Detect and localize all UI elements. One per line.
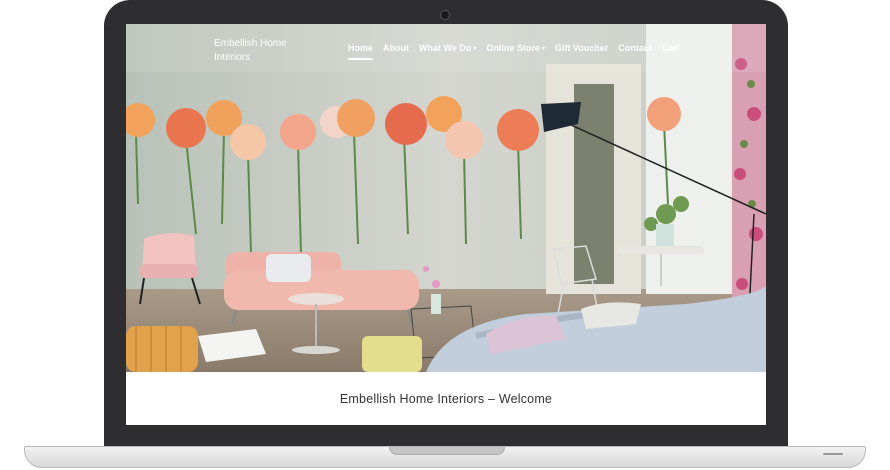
nav-gift-voucher-label: Gift Voucher: [554, 43, 609, 53]
chevron-down-icon: ▾: [473, 46, 477, 53]
nav-online-store[interactable]: Online Store ▾: [486, 43, 545, 53]
nav-what-we-do[interactable]: What We Do ▾: [419, 43, 476, 53]
browser-screen: Embellish Home Interiors Home About What…: [126, 24, 766, 425]
site-header: Embellish Home Interiors Home About What…: [126, 24, 766, 72]
nav-home-label: Home: [348, 43, 374, 53]
nav-cart[interactable]: Cart: [662, 43, 680, 53]
nav-contact-label: Contact: [618, 43, 652, 53]
welcome-heading: Embellish Home Interiors – Welcome: [339, 391, 553, 406]
welcome-section: Embellish Home Interiors – Welcome: [126, 372, 766, 425]
laptop-base: [24, 446, 866, 468]
nav-home[interactable]: Home: [348, 43, 374, 60]
chevron-down-icon: ▾: [541, 46, 545, 53]
laptop-notch: [389, 447, 505, 455]
main-nav: Home About What We Do ▾ Online Store ▾ Gif…: [348, 43, 680, 60]
nav-what-we-do-label: What We Do: [419, 43, 472, 53]
nav-contact[interactable]: Contact: [618, 43, 652, 53]
nav-online-store-label: Online Store: [486, 43, 540, 53]
webcam-icon: [440, 10, 450, 20]
hero-image: Embellish Home Interiors Home About What…: [126, 24, 766, 372]
site-title[interactable]: Embellish Home Interiors: [214, 37, 324, 65]
nav-about[interactable]: About: [383, 43, 409, 53]
nav-cart-label: Cart: [661, 43, 680, 53]
status-led-icon: [823, 453, 843, 455]
nav-gift-voucher[interactable]: Gift Voucher: [555, 43, 608, 53]
nav-about-label: About: [383, 43, 410, 53]
